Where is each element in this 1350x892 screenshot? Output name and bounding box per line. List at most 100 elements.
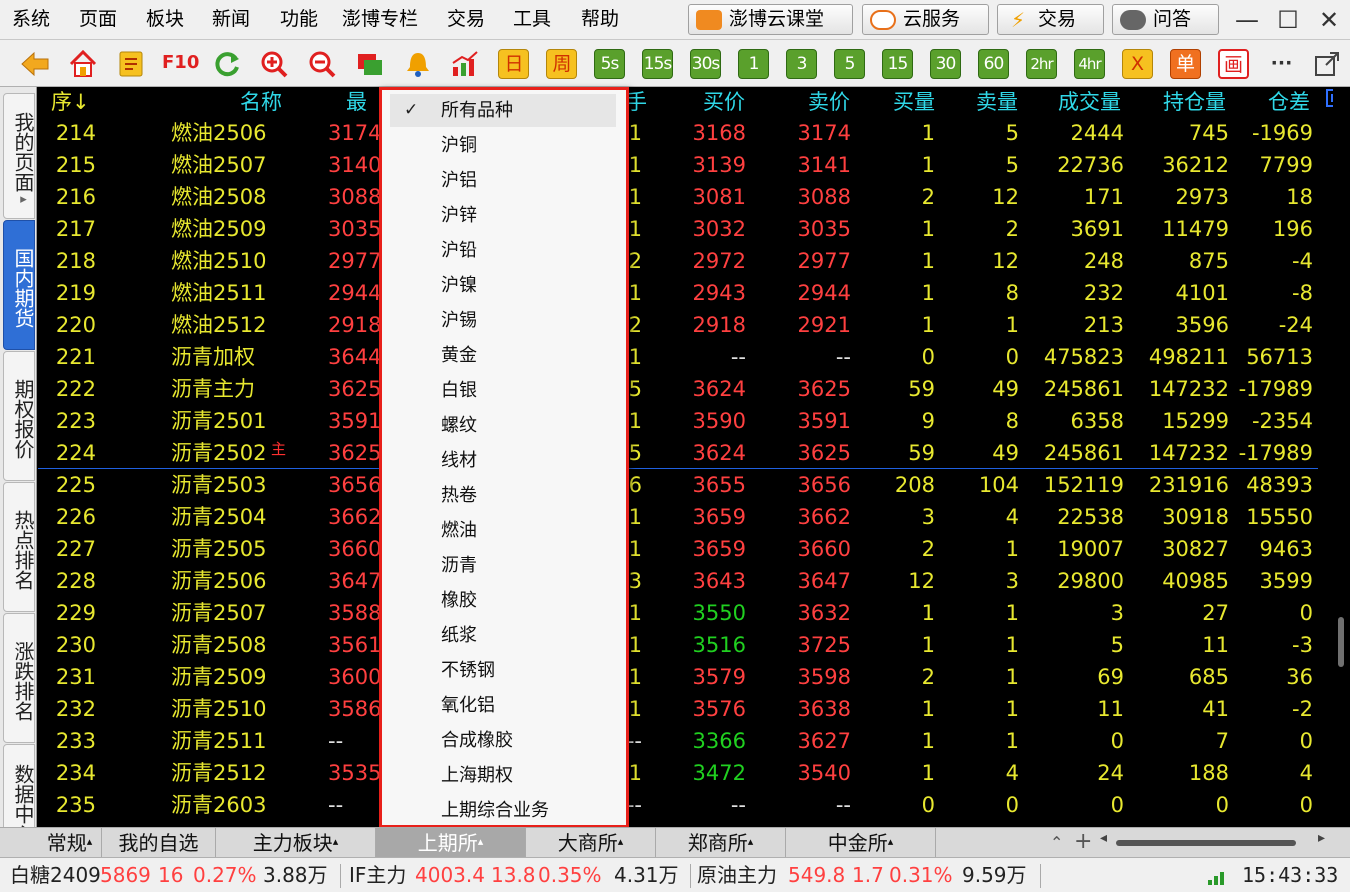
header-oi-change[interactable]: 仓差: [1268, 87, 1310, 117]
header-volume[interactable]: 成交量: [1058, 87, 1121, 117]
table-row[interactable]: 221 沥青加权 3644 1 -- -- 0 0 475823 498211 56713: [38, 341, 1333, 373]
trade-button[interactable]: ⚡ 交易: [997, 4, 1104, 35]
period-4hr-button[interactable]: 4hr: [1074, 49, 1105, 79]
ticker-1-name[interactable]: 白糖2409: [10, 858, 101, 892]
dropdown-item[interactable]: 氧化铝: [390, 689, 616, 722]
collapse-tabs-icon[interactable]: ⌃: [1050, 828, 1063, 858]
table-row[interactable]: 231 沥青2509 3600 1 3579 3598 2 1 69 685 36: [38, 661, 1333, 693]
header-bid[interactable]: 买价: [703, 87, 745, 117]
table-row[interactable]: 224 沥青2502 主 3625 5 3624 3625 59 49 245861 147232-…: [38, 437, 1333, 469]
table-row[interactable]: 230 沥青2508 3561 1 3516 3725 1 1 5 11 -3: [38, 629, 1333, 661]
side-tab-options[interactable]: 期权报价: [3, 351, 35, 481]
table-row[interactable]: 228 沥青2506 3647 3 3643 3647 12 3 29800 40985 3599: [38, 565, 1333, 597]
vertical-scrollbar[interactable]: [1333, 87, 1350, 827]
table-row[interactable]: 232 沥青2510 3586 1 3576 3638 1 1 11 41 -2: [38, 693, 1333, 725]
maximize-button[interactable]: ☐: [1273, 5, 1303, 35]
period-5m-button[interactable]: 5: [834, 49, 865, 79]
side-tab-domestic-futures[interactable]: 国内期货: [3, 220, 35, 350]
period-15s-button[interactable]: 15s: [642, 49, 673, 79]
dropdown-item[interactable]: 沪铝: [390, 164, 616, 197]
back-arrow-icon[interactable]: [20, 49, 50, 79]
horizontal-scrollbar[interactable]: ◂ ▸: [1100, 830, 1330, 852]
horizontal-scroll-thumb[interactable]: [1116, 840, 1296, 846]
close-button[interactable]: ✕: [1314, 5, 1344, 35]
dropdown-item[interactable]: 沪锌: [390, 199, 616, 232]
scroll-thumb[interactable]: [1338, 617, 1344, 667]
header-open-interest[interactable]: 持仓量: [1163, 87, 1226, 117]
table-row[interactable]: 216 燃油2508 3088 1 3081 3088 2 12 171 2973 18: [38, 181, 1333, 213]
more-button[interactable]: ···: [1266, 49, 1297, 79]
windows-icon[interactable]: [355, 49, 385, 79]
period-3m-button[interactable]: 3: [786, 49, 817, 79]
draw-button[interactable]: 画: [1218, 49, 1249, 79]
table-row[interactable]: 225 沥青2503 3656 6 3655 3656 208 104 152119 231916…: [38, 469, 1333, 501]
dropdown-item[interactable]: 热卷: [390, 479, 616, 512]
tab-main-sectors[interactable]: 主力板块▴: [216, 828, 376, 858]
trend-chart-icon[interactable]: [450, 49, 480, 79]
table-row[interactable]: 229 沥青2507 3588 1 3550 3632 1 1 3 27 0: [38, 597, 1333, 629]
dropdown-item[interactable]: 沪锡: [390, 304, 616, 337]
tab-shfe[interactable]: 上期所▴: [376, 828, 526, 858]
header-name[interactable]: 名称: [240, 87, 282, 117]
dropdown-item[interactable]: 黄金: [390, 339, 616, 372]
dropdown-item[interactable]: 不锈钢: [390, 654, 616, 687]
dropdown-item[interactable]: 沪铜: [390, 129, 616, 162]
table-row[interactable]: 214 燃油2506 3174 1 3168 3174 1 5 2444 745 -1969: [38, 117, 1333, 149]
ticker-2-name[interactable]: IF主力: [349, 858, 406, 892]
qa-button[interactable]: 问答: [1112, 4, 1219, 35]
ticker-3-name[interactable]: 原油主力: [697, 858, 777, 892]
dropdown-item[interactable]: 燃油: [390, 514, 616, 547]
tab-watchlist[interactable]: 我的自选: [102, 828, 216, 858]
tab-czce[interactable]: 郑商所▴: [656, 828, 786, 858]
period-60m-button[interactable]: 60: [978, 49, 1009, 79]
menu-page[interactable]: 页面: [79, 0, 117, 40]
tab-general[interactable]: 常规▴: [38, 828, 102, 858]
dropdown-item[interactable]: 沪镍: [390, 269, 616, 302]
tab-dce[interactable]: 大商所▴: [526, 828, 656, 858]
header-bid-vol[interactable]: 买量: [893, 87, 935, 117]
menu-column[interactable]: 澎博专栏: [342, 0, 418, 40]
classroom-button[interactable]: 澎博云课堂: [688, 4, 853, 35]
dropdown-item[interactable]: 线材: [390, 444, 616, 477]
period-week-button[interactable]: 周: [546, 49, 577, 79]
scroll-left-icon[interactable]: ◂: [1100, 830, 1107, 846]
menu-system[interactable]: 系统: [12, 0, 50, 40]
table-row[interactable]: 223 沥青2501 3591 1 3590 3591 9 8 6358 15299 -2354: [38, 405, 1333, 437]
dropdown-item[interactable]: 白银: [390, 374, 616, 407]
zoom-out-icon[interactable]: [307, 49, 337, 79]
minimize-button[interactable]: —: [1232, 5, 1262, 35]
refresh-icon[interactable]: [212, 49, 242, 79]
dropdown-item[interactable]: ✓ 所有品种: [390, 94, 616, 127]
dropdown-item[interactable]: 上期综合业务: [390, 794, 616, 827]
header-hand[interactable]: 手: [626, 87, 647, 117]
alarm-bell-icon[interactable]: [403, 49, 433, 79]
order-button[interactable]: 单: [1170, 49, 1201, 79]
menu-news[interactable]: 新闻: [212, 0, 250, 40]
table-row[interactable]: 227 沥青2505 3660 1 3659 3660 2 1 19007 30827 9463: [38, 533, 1333, 565]
notes-icon[interactable]: [117, 49, 147, 79]
dropdown-item[interactable]: 沥青: [390, 549, 616, 582]
header-last[interactable]: 最新: [346, 87, 380, 117]
header-seq[interactable]: 序↓: [51, 87, 90, 117]
zoom-in-icon[interactable]: [259, 49, 289, 79]
dropdown-item[interactable]: 上海期权: [390, 759, 616, 792]
menu-function[interactable]: 功能: [280, 0, 318, 40]
side-tab-hot-ranking[interactable]: 热点排名: [3, 482, 35, 612]
table-row[interactable]: 217 燃油2509 3035 1 3032 3035 1 2 3691 11479 196: [38, 213, 1333, 245]
table-row[interactable]: 235 沥青2603 -- -- -- -- 0 0 0 0 0: [38, 789, 1333, 821]
table-row[interactable]: 233 沥青2511 -- -- 3366 3627 1 1 0 7 0: [38, 725, 1333, 757]
menu-trade[interactable]: 交易: [447, 0, 485, 40]
dropdown-item[interactable]: 橡胶: [390, 584, 616, 617]
table-row[interactable]: 234 沥青2512 3535 1 3472 3540 1 4 24 188 4: [38, 757, 1333, 789]
side-tab-my-page[interactable]: 我的页面▸: [3, 93, 35, 219]
dropdown-item[interactable]: 纸浆: [390, 619, 616, 652]
period-30s-button[interactable]: 30s: [690, 49, 721, 79]
period-30m-button[interactable]: 30: [930, 49, 961, 79]
period-1m-button[interactable]: 1: [738, 49, 769, 79]
table-row[interactable]: 219 燃油2511 2944 1 2943 2944 1 8 232 4101 -8: [38, 277, 1333, 309]
menu-help[interactable]: 帮助: [581, 0, 619, 40]
tab-cffex[interactable]: 中金所▴: [786, 828, 936, 858]
dropdown-item[interactable]: 合成橡胶: [390, 724, 616, 757]
period-2hr-button[interactable]: 2hr: [1026, 49, 1057, 79]
add-tab-icon[interactable]: +: [1074, 828, 1092, 856]
